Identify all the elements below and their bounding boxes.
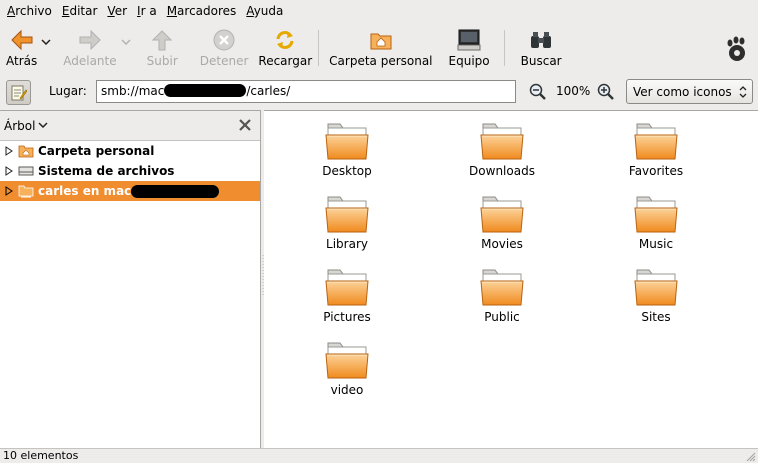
- back-arrow-icon: [10, 28, 34, 52]
- forward-arrow-icon: [78, 28, 102, 52]
- folder-icon: [325, 267, 369, 307]
- back-button[interactable]: Atrás: [6, 22, 37, 72]
- forward-button[interactable]: Adelante: [63, 22, 117, 72]
- toolbar: Atrás Adelante Subir Detener Recargar Ca: [0, 22, 758, 72]
- reload-button[interactable]: Recargar: [258, 22, 312, 72]
- folder-icon: [634, 267, 678, 307]
- folder-movies[interactable]: Movies: [442, 194, 562, 251]
- tree-item-home[interactable]: Carpeta personal: [0, 141, 260, 161]
- stop-button[interactable]: Detener: [200, 22, 248, 72]
- folder-icon: [325, 194, 369, 234]
- edit-location-icon: [11, 85, 27, 100]
- folder-downloads[interactable]: Downloads: [442, 121, 562, 178]
- home-folder-icon: [369, 28, 393, 52]
- zoom-out-button[interactable]: [529, 83, 546, 103]
- expander-icon[interactable]: [4, 166, 14, 176]
- folder-icon: [634, 194, 678, 234]
- side-pane-header: Árbol: [0, 111, 260, 141]
- network-folder-icon: [18, 183, 34, 199]
- folder-icon: [325, 121, 369, 161]
- tree-item-filesystem[interactable]: Sistema de archivos: [0, 161, 260, 181]
- menu-ver[interactable]: Ver: [102, 4, 132, 18]
- up-button[interactable]: Subir: [147, 22, 178, 72]
- location-label: Lugar:: [49, 84, 87, 98]
- toolbar-separator: [318, 30, 320, 66]
- side-pane: Árbol Carpeta personal Sistema de archiv…: [0, 110, 261, 448]
- folder-video[interactable]: video: [287, 340, 407, 397]
- back-history-dropdown[interactable]: [37, 22, 55, 72]
- up-arrow-icon: [150, 28, 174, 52]
- toolbar-separator: [503, 30, 505, 66]
- home-button[interactable]: Carpeta personal: [329, 22, 433, 72]
- menu-bar: Archivo Editar Ver Ir a Marcadores Ayuda: [0, 0, 758, 22]
- folder-desktop[interactable]: Desktop: [287, 121, 407, 178]
- location-bar: Lugar: smb://mac/carles/ 100% Ver como i…: [0, 75, 758, 109]
- close-icon[interactable]: [238, 118, 252, 132]
- folder-icon: [480, 194, 524, 234]
- location-toggle-button[interactable]: [6, 80, 31, 105]
- reload-icon: [273, 28, 297, 52]
- status-bar: 10 elementos: [0, 448, 758, 463]
- tree-item-network-share[interactable]: carles en mac: [0, 181, 260, 201]
- folder-library[interactable]: Library: [287, 194, 407, 251]
- forward-history-dropdown[interactable]: [117, 22, 135, 72]
- folder-favorites[interactable]: Favorites: [596, 121, 716, 178]
- menu-editar[interactable]: Editar: [57, 4, 103, 18]
- folder-icon: [480, 267, 524, 307]
- zoom-in-button[interactable]: [597, 83, 614, 103]
- harddisk-icon: [18, 163, 34, 179]
- view-mode-select[interactable]: Ver como iconos: [626, 79, 753, 104]
- redaction-mark: [164, 84, 247, 97]
- menu-marcadores[interactable]: Marcadores: [162, 4, 242, 18]
- folder-sites[interactable]: Sites: [596, 267, 716, 324]
- expander-icon[interactable]: [4, 186, 14, 196]
- zoom-out-icon: [529, 83, 546, 100]
- redaction-mark: [131, 184, 220, 198]
- computer-icon: [457, 28, 481, 52]
- folder-public[interactable]: Public: [442, 267, 562, 324]
- menu-archivo[interactable]: Archivo: [2, 4, 57, 18]
- updown-arrows-icon: [739, 86, 747, 98]
- search-button[interactable]: Buscar: [521, 22, 562, 72]
- status-text: 10 elementos: [3, 449, 79, 462]
- zoom-level[interactable]: 100%: [556, 84, 590, 98]
- computer-button[interactable]: Equipo: [449, 22, 490, 72]
- home-folder-icon: [18, 143, 34, 159]
- side-pane-type-select[interactable]: Árbol: [4, 119, 35, 133]
- chevron-down-icon: [121, 39, 131, 45]
- folder-music[interactable]: Music: [596, 194, 716, 251]
- icon-view: Desktop Downloads Favorites Library Movi…: [264, 110, 758, 448]
- folder-pictures[interactable]: Pictures: [287, 267, 407, 324]
- folder-icon: [634, 121, 678, 161]
- chevron-down-icon[interactable]: [38, 122, 48, 129]
- folder-icon: [480, 121, 524, 161]
- gnome-foot-logo: [726, 36, 748, 65]
- chevron-down-icon: [41, 39, 51, 45]
- expander-icon[interactable]: [4, 146, 14, 156]
- stop-icon: [212, 28, 236, 52]
- folder-icon: [325, 340, 369, 380]
- menu-ayuda[interactable]: Ayuda: [241, 4, 288, 18]
- location-input[interactable]: smb://mac/carles/: [96, 80, 516, 103]
- menu-ir-a[interactable]: Ir a: [132, 4, 162, 18]
- binoculars-icon: [529, 28, 553, 52]
- resize-grip-icon[interactable]: [744, 450, 756, 462]
- zoom-in-icon: [597, 83, 614, 100]
